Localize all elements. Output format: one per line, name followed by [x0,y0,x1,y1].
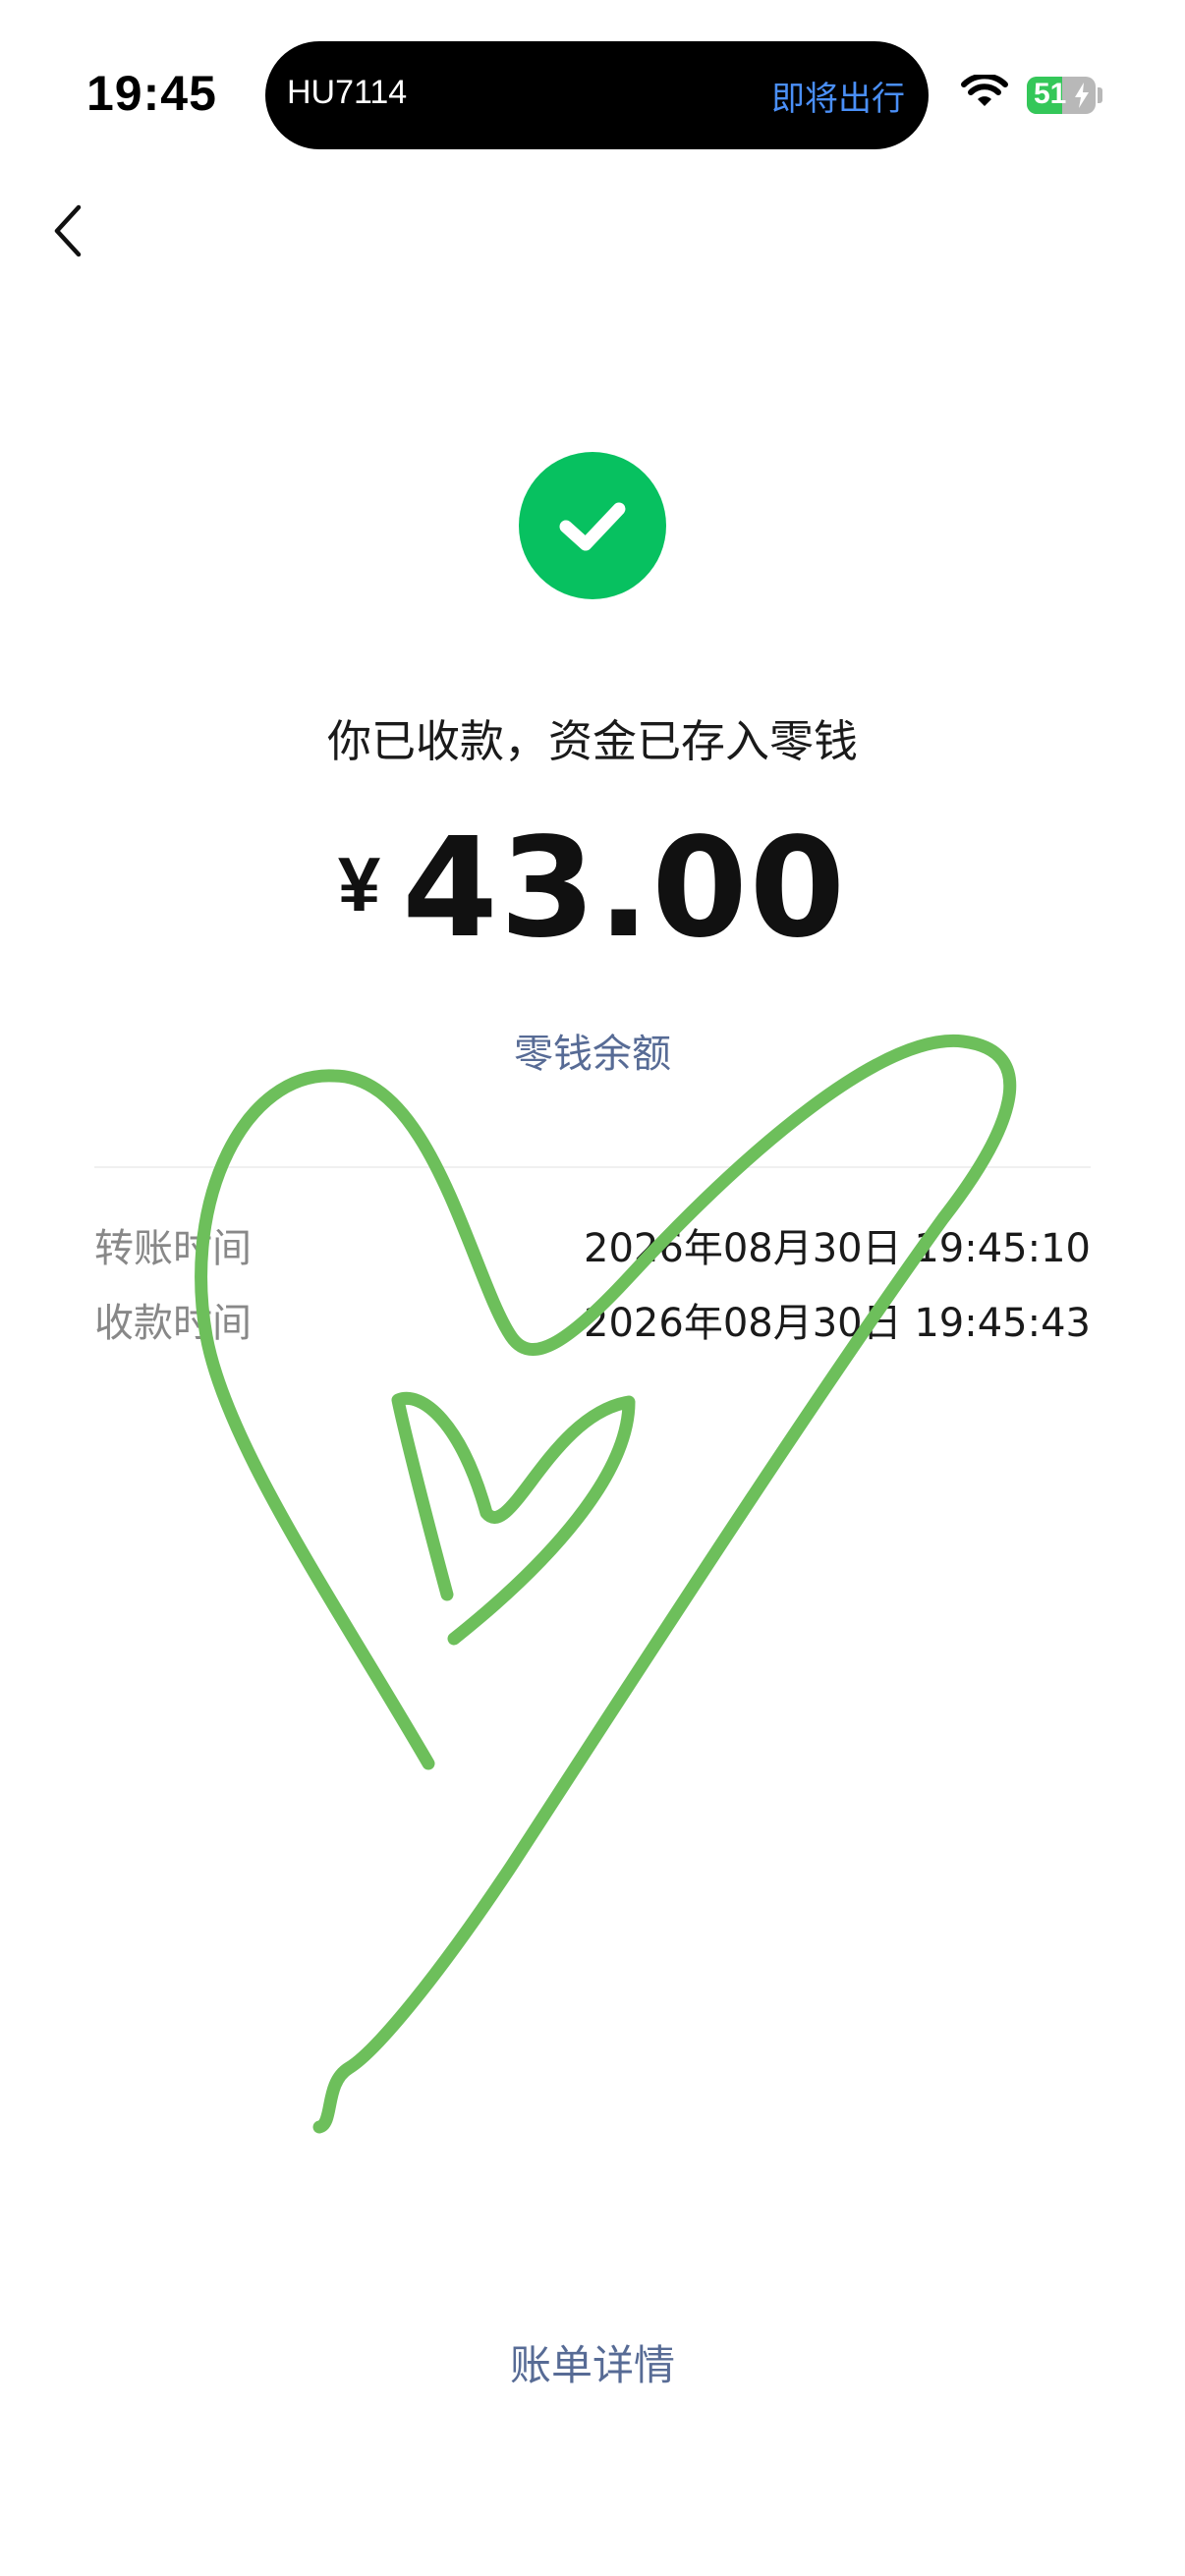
amount-value: 43.00 [402,809,848,969]
receive-time-value: 2026年08月30日 19:45:43 [584,1301,1091,1346]
divider [94,1166,1091,1168]
currency-symbol: ¥ [337,841,381,927]
balance-link[interactable]: 零钱余额 [0,1022,1185,1079]
receipt-headline: 你已收款，资金已存入零钱 [326,715,858,767]
transfer-time-value: 2026年08月30日 19:45:10 [584,1226,1091,1271]
battery-level: 51 [1034,78,1067,110]
flight-status: 即将出行 [771,80,905,119]
dynamic-island[interactable]: HU7114 即将出行 [265,41,929,149]
transfer-time-row: 转账时间 2026年08月30日 19:45:10 [94,1216,1091,1275]
amount-display: ¥ 43.00 [0,820,1185,958]
status-time: 19:45 [86,66,217,121]
battery-cap [1098,87,1102,103]
charging-bolt-icon [1075,83,1089,108]
receive-time-label: 收款时间 [94,1301,252,1346]
wifi-icon [961,75,1008,106]
chevron-left-icon [54,204,82,257]
transfer-time-label: 转账时间 [94,1226,252,1271]
status-bar: 19:45 HU7114 即将出行 51 [0,0,1185,149]
heart-scribble [195,1034,1017,2134]
checkmark-icon [559,502,626,551]
receive-time-row: 收款时间 2026年08月30日 19:45:43 [94,1291,1091,1350]
battery-icon: 51 [1027,77,1096,114]
back-button[interactable] [39,196,98,265]
flight-number: HU7114 [287,74,408,111]
bill-details-link[interactable]: 账单详情 [0,2332,1185,2392]
success-badge [519,452,666,599]
